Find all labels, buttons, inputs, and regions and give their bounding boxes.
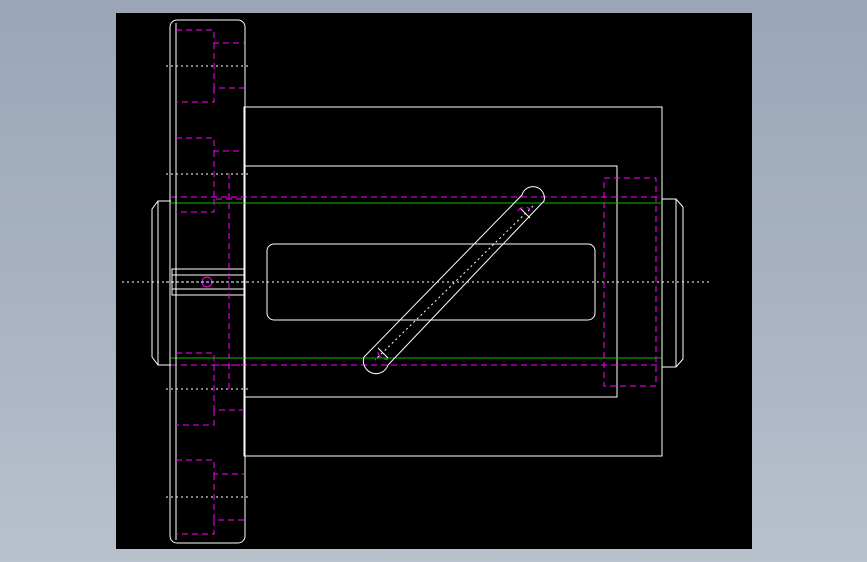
left-shaft-end xyxy=(151,200,171,366)
diagonal-link xyxy=(362,186,545,375)
cad-drawing-canvas[interactable] xyxy=(116,13,752,549)
right-shaft-end xyxy=(662,198,684,368)
center-slot xyxy=(266,243,596,321)
inner-body xyxy=(243,165,618,398)
cad-drawing xyxy=(122,19,712,544)
